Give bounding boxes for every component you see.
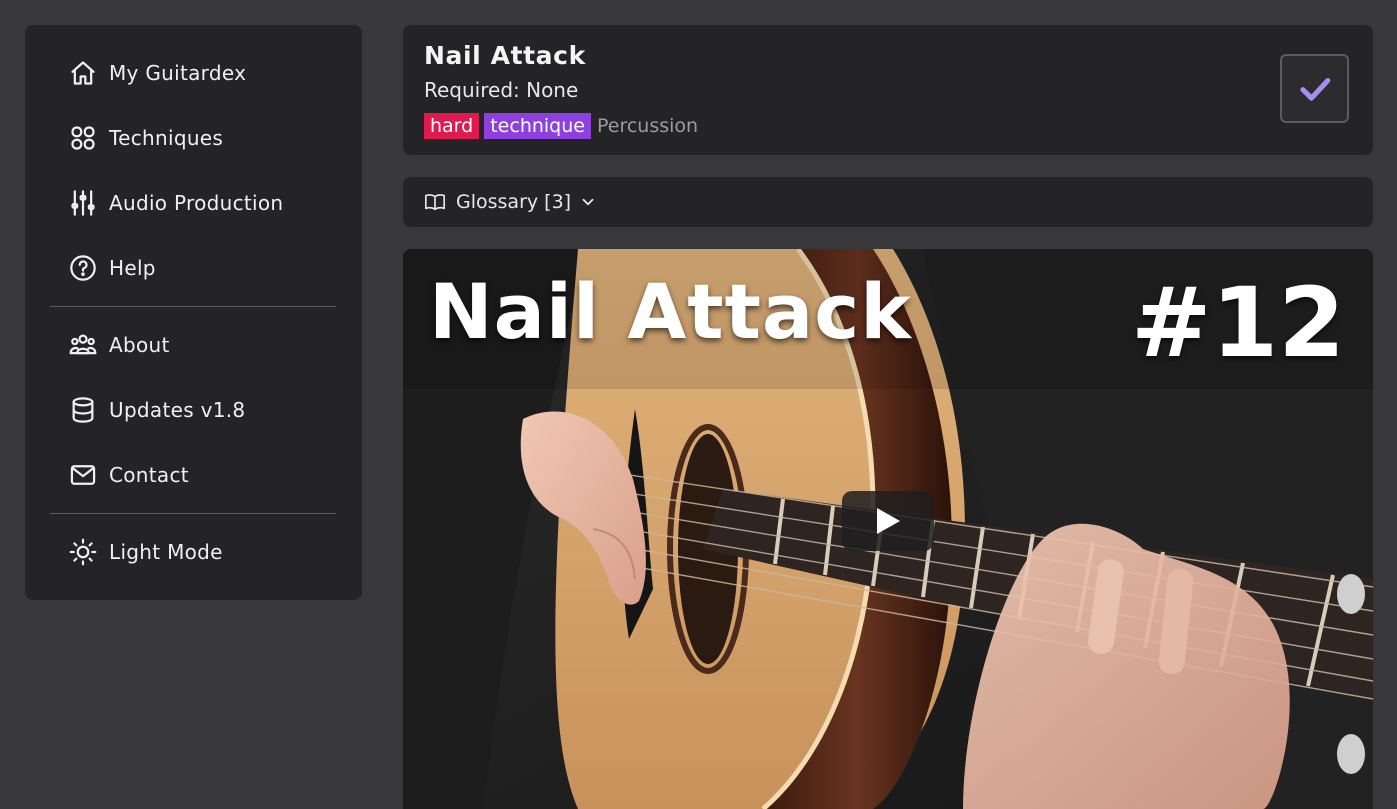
sun-icon (69, 538, 97, 566)
required-text: Required: None (424, 78, 579, 102)
video-player[interactable]: Nail Attack #12 (403, 249, 1373, 809)
category-label[interactable]: Percussion (597, 115, 698, 137)
play-icon (877, 508, 900, 534)
database-icon (69, 396, 97, 424)
sidebar-item-label: Techniques (109, 126, 224, 150)
type-badge[interactable]: technique (484, 113, 591, 139)
sidebar-item-audio-production[interactable]: Audio Production (69, 183, 283, 223)
tag-list: hard technique Percussion (424, 113, 698, 139)
sidebar-item-label: Audio Production (109, 191, 284, 215)
mark-complete-button[interactable] (1280, 54, 1349, 123)
home-icon (69, 59, 97, 87)
sidebar-item-my-guitardex[interactable]: My Guitardex (69, 53, 246, 93)
sidebar-item-light-mode[interactable]: Light Mode (69, 532, 223, 572)
grid-icon (69, 124, 97, 152)
chevron-down-icon (582, 198, 594, 206)
sidebar-item-contact[interactable]: Contact (69, 455, 189, 495)
sidebar-item-label: Updates v1.8 (109, 398, 246, 422)
mail-icon (69, 461, 97, 489)
sidebar-item-help[interactable]: Help (69, 248, 156, 288)
sidebar-divider (50, 513, 336, 514)
page-title: Nail Attack (424, 41, 586, 70)
users-icon (69, 331, 97, 359)
video-title: Nail Attack (429, 267, 912, 356)
sidebar-item-label: Help (109, 256, 156, 280)
sidebar-item-label: My Guitardex (109, 61, 247, 85)
sidebar-item-techniques[interactable]: Techniques (69, 118, 223, 158)
sidebar-item-label: Light Mode (109, 540, 223, 564)
video-number: #12 (1130, 267, 1345, 379)
checkmark-icon (1299, 77, 1330, 101)
glossary-toggle[interactable]: Glossary [3] (403, 177, 1373, 227)
sidebar-divider (50, 306, 336, 307)
help-circle-icon (69, 254, 97, 282)
sliders-icon (69, 189, 97, 217)
sidebar-item-updates[interactable]: Updates v1.8 (69, 390, 245, 430)
sidebar-item-about[interactable]: About (69, 325, 170, 365)
glossary-label: Glossary [3] (456, 191, 572, 213)
sidebar-item-label: Contact (109, 463, 189, 487)
book-icon (425, 194, 445, 211)
sidebar: My Guitardex Techniques Audio Production… (25, 25, 362, 600)
play-button[interactable] (842, 491, 934, 551)
difficulty-badge[interactable]: hard (424, 113, 480, 139)
sidebar-item-label: About (109, 333, 170, 357)
technique-header: Nail Attack Required: None hard techniqu… (403, 25, 1373, 155)
